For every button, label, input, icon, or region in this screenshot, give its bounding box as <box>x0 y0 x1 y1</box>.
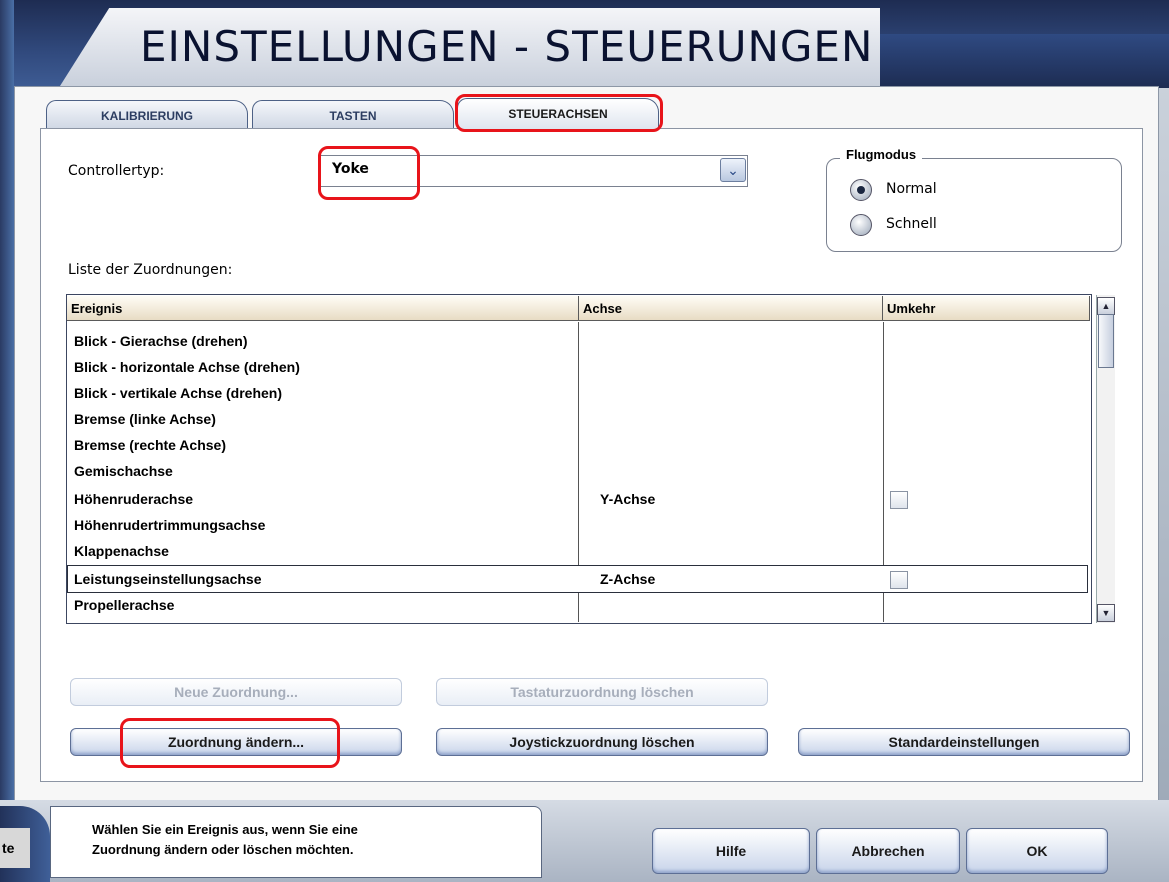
ok-button[interactable]: OK <box>966 828 1108 874</box>
flugmodus-title: Flugmodus <box>840 147 923 162</box>
scrollbar-thumb[interactable] <box>1098 314 1114 368</box>
highlight-change-mapping <box>120 718 340 768</box>
radio-schnell[interactable] <box>850 214 872 236</box>
axis-cell: Y-Achse <box>600 491 656 507</box>
highlight-tab <box>455 94 663 132</box>
event-cell: Leistungseinstellungsachse <box>74 571 262 587</box>
title-bar-right <box>880 34 1169 88</box>
radio-normal-label: Normal <box>886 181 937 197</box>
hint-text: Wählen Sie ein Ereignis aus, wenn Sie ei… <box>92 822 358 857</box>
column-header-achse[interactable]: Achse <box>579 296 883 321</box>
window-title: EINSTELLUNGEN - STEUERUNGEN <box>140 22 874 71</box>
table-row[interactable]: Propellerachse <box>68 592 1088 618</box>
table-row[interactable]: Klappenachse <box>68 538 1088 564</box>
new-mapping-button[interactable]: Neue Zuordnung... <box>70 678 402 706</box>
scroll-down-icon[interactable]: ▼ <box>1097 604 1115 622</box>
delete-joystick-mapping-button[interactable]: Joystickzuordnung löschen <box>436 728 768 756</box>
flugmodus-group <box>826 158 1122 252</box>
event-cell: Höhenrudertrimmungsachse <box>74 517 266 533</box>
scroll-up-icon[interactable]: ▲ <box>1097 297 1115 315</box>
background-text-fragment: te <box>0 828 30 868</box>
table-row[interactable]: Bremse (linke Achse) <box>68 406 1088 432</box>
event-cell: Bremse (linke Achse) <box>74 411 216 427</box>
event-cell: Propellerachse <box>74 597 175 613</box>
table-row[interactable]: Blick - horizontale Achse (drehen) <box>68 354 1088 380</box>
chevron-down-icon[interactable]: ⌄ <box>720 158 746 182</box>
axis-cell: Z-Achse <box>600 571 656 587</box>
event-cell: Blick - vertikale Achse (drehen) <box>74 385 283 401</box>
event-cell: Klappenachse <box>74 543 169 559</box>
table-row-selected[interactable]: Leistungseinstellungsachse Z-Achse <box>67 565 1088 593</box>
radio-schnell-label: Schnell <box>886 216 937 232</box>
column-header-umkehr[interactable]: Umkehr <box>883 296 1090 321</box>
event-cell: Blick - horizontale Achse (drehen) <box>74 359 300 375</box>
table-row[interactable]: Blick - vertikale Achse (drehen) <box>68 380 1088 406</box>
highlight-controller <box>318 146 420 200</box>
cancel-button[interactable]: Abbrechen <box>816 828 960 874</box>
tab-tasten[interactable]: TASTEN <box>252 100 454 129</box>
table-row[interactable]: Gemischachse <box>68 458 1088 484</box>
table-row[interactable]: Bremse (rechte Achse) <box>68 432 1088 458</box>
table-row[interactable]: Blick - Gierachse (drehen) <box>68 328 1088 354</box>
column-header-ereignis[interactable]: Ereignis <box>67 296 579 321</box>
reverse-checkbox[interactable] <box>890 571 908 589</box>
tab-kalibrierung[interactable]: KALIBRIERUNG <box>46 100 248 129</box>
table-row[interactable]: Höhenruderachse Y-Achse <box>68 486 1088 512</box>
radio-normal[interactable] <box>850 179 872 201</box>
delete-keyboard-mapping-button[interactable]: Tastaturzuordnung löschen <box>436 678 768 706</box>
controller-type-label: Controllertyp: <box>68 163 165 179</box>
event-cell: Höhenruderachse <box>74 491 194 507</box>
table-row[interactable]: Höhenrudertrimmungsachse <box>68 512 1088 538</box>
event-cell: Gemischachse <box>74 463 173 479</box>
event-cell: Bremse (rechte Achse) <box>74 437 226 453</box>
event-cell: Blick - Gierachse (drehen) <box>74 333 248 349</box>
left-edge <box>0 0 14 882</box>
reverse-checkbox[interactable] <box>890 491 908 509</box>
defaults-button[interactable]: Standardeinstellungen <box>798 728 1130 756</box>
list-label: Liste der Zuordnungen: <box>68 262 233 278</box>
help-button[interactable]: Hilfe <box>652 828 810 874</box>
